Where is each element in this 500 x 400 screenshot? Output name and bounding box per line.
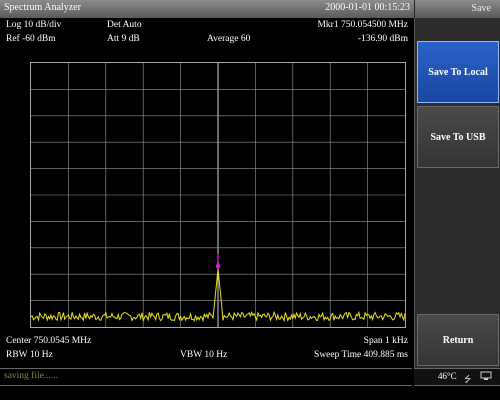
vbw-readout: VBW 10 Hz [180, 350, 228, 360]
center-frequency: Center 750.0545 MHz [6, 336, 92, 346]
graticule [31, 63, 405, 327]
return-button[interactable]: Return [417, 314, 499, 366]
softkey-panel: Save To Local Save To USB Return [414, 18, 500, 368]
spectrum-plot[interactable] [30, 62, 406, 328]
marker-1 [215, 254, 221, 269]
status-bar: saving file...... [0, 368, 412, 386]
spectrum-svg [31, 63, 405, 327]
sweep-time: Sweep Time 409.885 ms [314, 350, 408, 360]
marker-level: -136.90 dBm [357, 34, 408, 44]
reference-level: Ref -60 dBm [6, 34, 56, 44]
status-message: saving file...... [4, 371, 59, 381]
save-to-local-button[interactable]: Save To Local [417, 41, 499, 103]
app-title: Spectrum Analyzer [4, 2, 81, 13]
title-bar: Spectrum Analyzer 2000-01-01 00:15:23 [0, 0, 414, 18]
bottom-strip [0, 386, 500, 400]
attenuation-readout: Att 9 dB [107, 34, 140, 44]
datetime: 2000-01-01 00:15:23 [325, 2, 410, 13]
menu-title: Save [471, 3, 491, 14]
average-readout: Average 60 [207, 34, 251, 44]
network-icon [480, 371, 492, 380]
system-tray: 46°C ⭍ [414, 368, 500, 386]
marker-dot [215, 263, 221, 269]
rbw-readout: RBW 10 Hz [6, 350, 53, 360]
scale-readout: Log 10 dB/div [6, 20, 62, 30]
temperature-readout: 46°C [438, 371, 457, 381]
menu-title-bar: Save [414, 0, 500, 18]
marker-frequency: Mkr1 750.054500 MHz [317, 20, 408, 30]
save-to-usb-button[interactable]: Save To USB [417, 106, 499, 168]
span-readout: Span 1 kHz [363, 336, 408, 346]
detector-readout: Det Auto [107, 20, 142, 30]
